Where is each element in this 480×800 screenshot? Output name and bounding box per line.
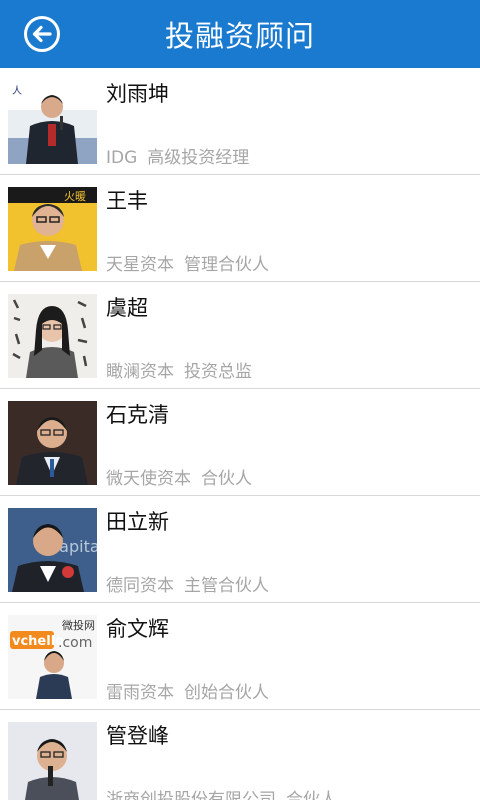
header-bar: 投融资顾问 (0, 0, 480, 68)
advisor-item[interactable]: 火暖 王丰 天星资本 管理合伙人 (0, 175, 480, 282)
advisor-name: 石克清 (106, 403, 169, 427)
advisor-title: 创始合伙人 (184, 683, 269, 703)
advisor-photo (8, 294, 97, 378)
advisor-item[interactable]: 石克清 微天使资本 合伙人 (0, 389, 480, 496)
advisor-description: IDG 高级投资经理 (106, 143, 249, 168)
advisor-description: 浙商创投股份有限公司 合伙人 (106, 785, 337, 800)
advisor-company: 微天使资本 (106, 469, 191, 489)
advisor-name: 虞超 (106, 296, 148, 320)
advisor-title: 主管合伙人 (184, 576, 269, 596)
advisor-description: 微天使资本 合伙人 (106, 464, 252, 489)
back-arrow-circle-icon (24, 16, 60, 52)
advisor-description: 瞰澜资本 投资总监 (106, 357, 252, 382)
advisor-item[interactable]: 管登峰 浙商创投股份有限公司 合伙人 (0, 710, 480, 800)
advisor-item[interactable]: 人 刘雨坤 IDG 高级投资经理 (0, 68, 480, 175)
advisor-title: 高级投资经理 (147, 148, 250, 168)
advisor-photo: vchello 微投网 .com (8, 615, 97, 699)
advisor-photo (8, 401, 97, 485)
advisor-title: 合伙人 (286, 790, 337, 800)
advisor-title: 管理合伙人 (184, 255, 269, 275)
advisor-name: 俞文辉 (106, 617, 169, 641)
advisor-description: 德同资本 主管合伙人 (106, 571, 269, 596)
advisor-name: 王丰 (106, 189, 148, 213)
advisor-item[interactable]: Capital 田立新 德同资本主管合伙人 (0, 496, 480, 603)
photo-brand-text-com: .com (58, 635, 92, 651)
advisor-photo: Capital (8, 508, 97, 592)
advisor-item[interactable]: 虞超 瞰澜资本 投资总监 (0, 282, 480, 389)
app-screen: 投融资顾问 人 刘雨坤 IDG 高级投资经理 火暖 王丰 天星资本 管理合伙人 … (0, 0, 480, 800)
advisor-photo: 人 (8, 80, 97, 164)
advisor-name: 刘雨坤 (106, 82, 169, 106)
page-title: 投融资顾问 (164, 19, 315, 53)
advisor-list[interactable]: 人 刘雨坤 IDG 高级投资经理 火暖 王丰 天星资本 管理合伙人 虞超 瞰澜资… (0, 68, 480, 800)
advisor-photo: 火暖 (8, 187, 97, 271)
advisor-company: 浙商创投股份有限公司 (106, 790, 276, 800)
advisor-name: 管登峰 (106, 724, 169, 748)
advisor-description: 雷雨资本 创始合伙人 (106, 678, 269, 703)
photo-backdrop-text: 人 (12, 85, 22, 97)
photo-backdrop-text: 火暖 (64, 190, 86, 203)
photo-brand-text: vchello (12, 634, 64, 649)
advisor-title: 合伙人 (201, 469, 252, 489)
advisor-company: IDG (106, 148, 138, 168)
back-button[interactable] (22, 14, 62, 54)
advisor-title: 投资总监 (184, 362, 252, 382)
advisor-company: 雷雨资本 (106, 683, 174, 703)
advisor-company: 天星资本 (106, 255, 174, 275)
advisor-item[interactable]: vchello 微投网 .com 俞文辉 雷雨资本 创始合伙人 (0, 603, 480, 710)
advisor-name: 田立新 (106, 510, 169, 534)
advisor-photo (8, 722, 97, 800)
advisor-company: 德同资本 (106, 576, 174, 596)
advisor-company: 瞰澜资本 (106, 362, 174, 382)
photo-brand-text-cn: 微投网 (62, 618, 95, 632)
advisor-description: 天星资本 管理合伙人 (106, 250, 269, 275)
